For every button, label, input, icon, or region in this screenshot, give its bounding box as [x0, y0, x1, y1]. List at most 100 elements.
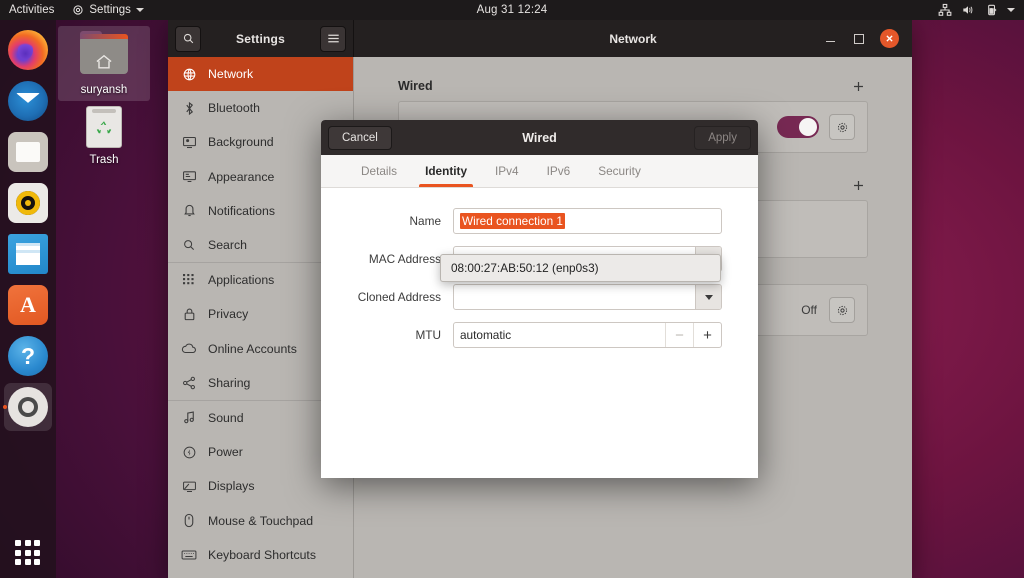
search-button[interactable] — [175, 25, 201, 52]
tab-details[interactable]: Details — [347, 155, 411, 187]
displays-icon — [181, 478, 197, 494]
sharing-icon — [181, 375, 197, 391]
dock-item-rhythmbox[interactable] — [4, 179, 52, 227]
dock-item-libreoffice-writer[interactable] — [4, 230, 52, 278]
wired-toggle[interactable] — [777, 116, 819, 138]
sidebar-item-label: Sound — [208, 410, 244, 425]
activities-button[interactable]: Activities — [0, 0, 63, 20]
sidebar-item-label: Applications — [208, 273, 275, 288]
hamburger-menu-button[interactable] — [320, 25, 346, 52]
battery-icon — [984, 3, 998, 17]
cancel-button[interactable]: Cancel — [328, 125, 392, 150]
settings-icon — [8, 387, 48, 427]
applications-grid-icon — [181, 272, 197, 288]
wired-section-header: Wired — [398, 79, 868, 93]
app-menu-label: Settings — [89, 4, 131, 16]
sidebar-item-label: Keyboard Shortcuts — [208, 547, 317, 562]
desktop-icon-home[interactable]: suryansh — [58, 26, 150, 101]
keyboard-icon — [181, 547, 197, 563]
tab-identity[interactable]: Identity — [411, 155, 481, 187]
sidebar-item-mouse-touchpad[interactable]: Mouse & Touchpad — [168, 503, 353, 537]
sidebar-item-label: Background — [208, 135, 274, 150]
show-applications-button[interactable] — [15, 540, 41, 566]
tab-ipv4[interactable]: IPv4 — [481, 155, 533, 187]
mouse-icon — [181, 513, 197, 529]
proxy-status: Off — [801, 303, 817, 317]
sidebar-item-network[interactable]: Network — [168, 57, 353, 92]
proxy-settings-button[interactable] — [829, 297, 855, 323]
bluetooth-icon — [181, 100, 197, 116]
dock-item-ubuntu-software[interactable]: A — [4, 281, 52, 329]
sidebar-item-partial[interactable] — [168, 572, 353, 578]
hamburger-menu-icon — [327, 33, 340, 44]
dock-item-help[interactable]: ? — [4, 332, 52, 380]
dock-item-files[interactable] — [4, 128, 52, 176]
caret-down-icon — [1007, 8, 1015, 12]
desktop-icon-trash[interactable]: Trash — [58, 98, 150, 171]
mac-address-label: MAC Address — [368, 252, 441, 266]
close-icon[interactable] — [880, 29, 899, 48]
window-titlebar: Settings Network — [168, 20, 912, 57]
background-icon — [181, 134, 197, 150]
dock-item-firefox[interactable] — [4, 26, 52, 74]
mtu-value: automatic — [460, 328, 512, 342]
wired-connection-dialog: Cancel Wired Apply Details Identity IPv4… — [321, 120, 758, 478]
cloud-icon — [181, 341, 197, 357]
add-vpn-button[interactable] — [849, 179, 868, 192]
cloned-address-combobox[interactable] — [453, 284, 722, 310]
maximize-icon[interactable] — [851, 31, 867, 47]
name-row: Name Wired connection 1 — [357, 208, 722, 234]
add-wired-connection-button[interactable] — [849, 80, 868, 93]
mtu-spinbutton[interactable]: automatic − + — [453, 322, 722, 348]
name-input-value: Wired connection 1 — [460, 213, 565, 229]
sidebar-item-keyboard-shortcuts[interactable]: Keyboard Shortcuts — [168, 538, 353, 572]
sidebar-item-label: Bluetooth — [208, 101, 260, 116]
sidebar-item-label: Mouse & Touchpad — [208, 513, 314, 528]
rhythmbox-icon — [8, 183, 48, 223]
sidebar-item-label: Sharing — [208, 375, 251, 390]
home-folder-icon — [80, 31, 128, 80]
window-controls — [822, 29, 905, 48]
app-menu-button[interactable]: Settings — [63, 0, 153, 20]
dialog-tabs: Details Identity IPv4 IPv6 Security — [321, 155, 758, 188]
sidebar-item-label: Search — [208, 238, 247, 253]
main-header: Network — [354, 20, 912, 57]
mtu-decrement-button[interactable]: − — [665, 323, 693, 347]
name-input[interactable]: Wired connection 1 — [453, 208, 722, 234]
mtu-row: MTU automatic − + — [357, 322, 722, 348]
wired-settings-button[interactable] — [829, 114, 855, 140]
clock[interactable]: Aug 31 12:24 — [0, 4, 1024, 16]
appearance-icon — [181, 169, 197, 185]
ubuntu-software-icon: A — [8, 285, 48, 325]
chevron-down-icon[interactable] — [695, 285, 721, 309]
sidebar-item-label: Privacy — [208, 307, 249, 322]
dialog-header: Cancel Wired Apply — [321, 120, 758, 155]
sidebar-item-label: Appearance — [208, 169, 275, 184]
libreoffice-writer-icon — [8, 234, 48, 274]
dock-item-settings[interactable] — [4, 383, 52, 431]
minimize-icon[interactable] — [822, 31, 838, 47]
sidebar-item-label: Power — [208, 445, 243, 460]
mtu-increment-button[interactable]: + — [693, 323, 721, 347]
system-status-area[interactable] — [938, 0, 1018, 20]
network-globe-icon — [181, 66, 197, 82]
desktop-icon-label: suryansh — [80, 84, 128, 96]
top-bar: Activities Settings Aug 31 12:24 — [0, 0, 1024, 20]
wired-section-title: Wired — [398, 79, 433, 93]
volume-icon — [961, 3, 975, 17]
sidebar-item-label: Network — [208, 67, 254, 82]
caret-down-icon — [135, 8, 144, 12]
apply-button[interactable]: Apply — [694, 125, 751, 150]
cloned-address-row: Cloned Address — [357, 284, 722, 310]
thunderbird-icon — [8, 81, 48, 121]
search-icon — [182, 32, 195, 45]
tab-ipv6[interactable]: IPv6 — [533, 155, 585, 187]
dock-item-thunderbird[interactable] — [4, 77, 52, 125]
mac-address-option[interactable]: 08:00:27:AB:50:12 (enp0s3) — [443, 257, 718, 279]
sidebar-item-label: Notifications — [208, 203, 275, 218]
sidebar-title: Settings — [236, 31, 285, 46]
firefox-icon — [8, 30, 48, 70]
sidebar-item-label: Displays — [208, 479, 255, 494]
tab-security[interactable]: Security — [584, 155, 655, 187]
network-wired-icon — [938, 3, 952, 17]
